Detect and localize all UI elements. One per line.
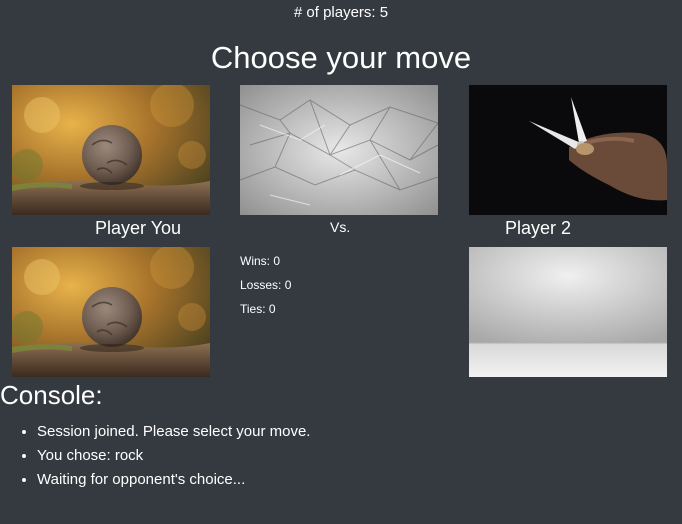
scissors-move-button[interactable] bbox=[469, 85, 667, 215]
player-you-label: Player You bbox=[95, 218, 182, 238]
losses-count: Losses: 0 bbox=[240, 278, 292, 292]
console-heading: Console: bbox=[0, 380, 103, 410]
empty-room-photo bbox=[469, 247, 667, 377]
crumpled-paper-photo bbox=[240, 85, 438, 215]
rock-photo bbox=[12, 247, 210, 377]
wins-count: Wins: 0 bbox=[240, 254, 281, 268]
console-message: Session joined. Please select your move. bbox=[37, 420, 310, 444]
scissors-photo bbox=[469, 85, 667, 215]
console-log: Session joined. Please select your move.… bbox=[0, 420, 310, 492]
console-message: You chose: rock bbox=[37, 444, 310, 468]
ties-count: Ties: 0 bbox=[240, 302, 276, 316]
vs-label: Vs. bbox=[330, 219, 351, 235]
page-title: Choose your move bbox=[210, 40, 472, 75]
paper-move-button[interactable] bbox=[240, 85, 438, 215]
players-count: # of players: 5 bbox=[293, 4, 389, 21]
rock-photo bbox=[12, 85, 210, 215]
player-you-choice bbox=[12, 247, 210, 377]
opponent-choice-placeholder bbox=[469, 247, 667, 377]
console-message: Waiting for opponent's choice... bbox=[37, 468, 310, 492]
player-2-label: Player 2 bbox=[505, 218, 572, 238]
rock-move-button[interactable] bbox=[12, 85, 210, 215]
